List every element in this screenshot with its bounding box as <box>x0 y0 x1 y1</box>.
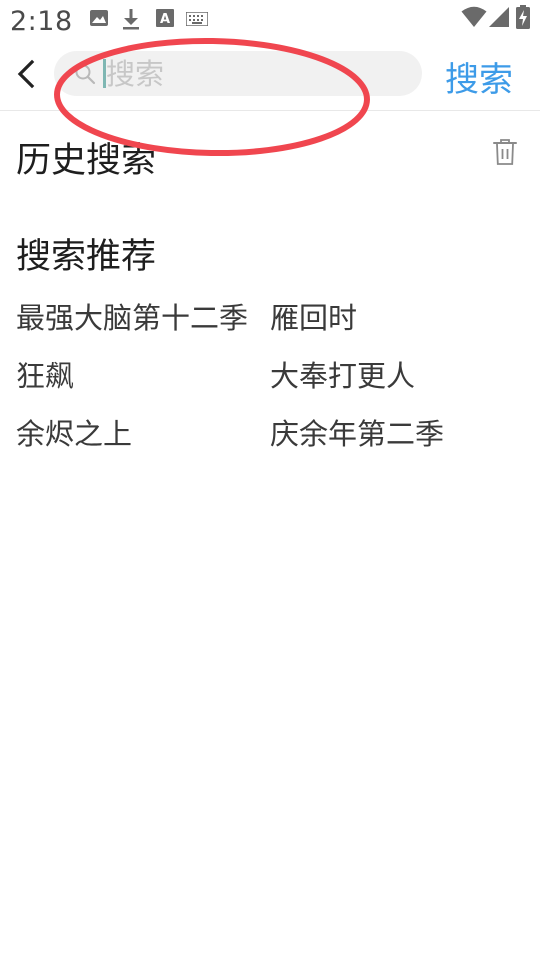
back-arrow-icon[interactable] <box>12 54 44 94</box>
search-screen: 2:18 A 搜索 搜索 历史搜索 搜索推荐 最强大脑第十二季 雁回时 狂飙 大… <box>0 0 540 960</box>
recommend-item[interactable]: 雁回时 <box>270 295 514 337</box>
trash-icon[interactable] <box>492 138 518 166</box>
recommend-item[interactable]: 庆余年第二季 <box>270 411 514 453</box>
history-title: 历史搜索 <box>16 141 157 181</box>
font-a-icon: A <box>156 9 174 27</box>
search-button[interactable]: 搜索 <box>445 52 513 101</box>
search-header: 搜索 <box>0 44 540 111</box>
recommend-title: 搜索推荐 <box>16 237 157 277</box>
download-icon <box>123 9 139 30</box>
recommend-item[interactable]: 余烬之上 <box>16 411 260 453</box>
status-time: 2:18 <box>10 6 73 37</box>
recommend-item[interactable]: 狂飙 <box>16 353 260 395</box>
image-icon <box>90 10 108 26</box>
recommend-item[interactable]: 大奉打更人 <box>270 353 514 395</box>
keyboard-icon <box>186 12 208 26</box>
battery-charging-icon <box>516 5 530 29</box>
search-icon <box>75 64 96 85</box>
wifi-icon <box>461 6 487 27</box>
status-bar: 2:18 A <box>0 0 540 44</box>
recommend-item[interactable]: 最强大脑第十二季 <box>16 295 260 337</box>
svg-text:A: A <box>160 12 170 27</box>
search-input[interactable] <box>106 51 406 96</box>
search-box[interactable] <box>54 51 422 96</box>
signal-icon <box>489 7 509 27</box>
